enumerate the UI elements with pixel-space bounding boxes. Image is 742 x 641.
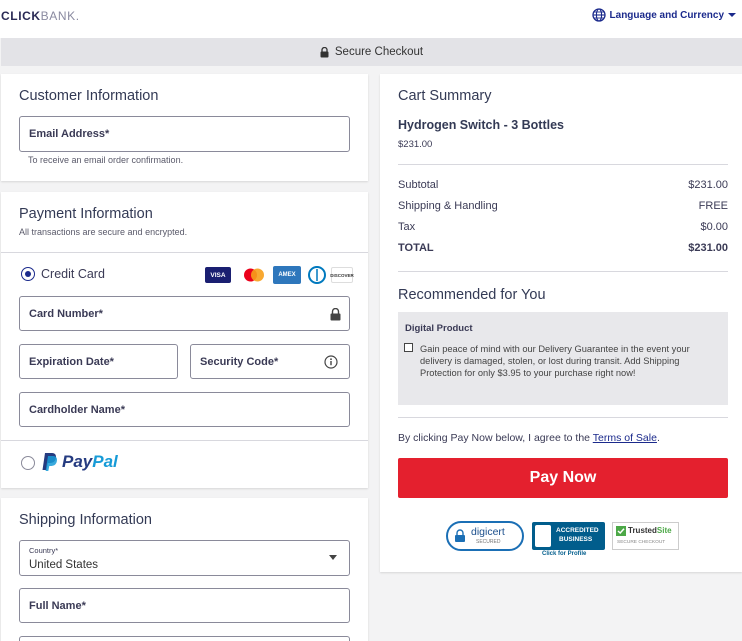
expiration-date-field[interactable]: Expiration Date*	[19, 344, 178, 379]
language-label: Language and Currency	[609, 9, 724, 21]
paypal-pal-text: Pal	[92, 452, 118, 471]
bbb-badge[interactable]: ACCREDITED BUSINESS Click for Profile	[532, 522, 605, 560]
total-value: $231.00	[688, 242, 728, 254]
shipping-value: FREE	[698, 200, 728, 212]
trustedsite-badge[interactable]: TrustedSite SECURE CHECKOUT	[612, 522, 679, 550]
product-price: $231.00	[398, 139, 433, 150]
terms-suffix: .	[656, 432, 660, 444]
shipping-info-card: Shipping Information Country* United Sta…	[1, 498, 368, 641]
bbb-logo: ACCREDITED BUSINESS	[532, 522, 605, 550]
promo-text: Gain peace of mind with our Delivery Gua…	[420, 344, 690, 378]
divider	[1, 252, 368, 253]
cart-summary-title: Cart Summary	[398, 88, 492, 104]
paypal-radio[interactable]	[21, 456, 35, 470]
visa-icon: VISA	[205, 267, 231, 283]
security-code-label: Security Code*	[200, 355, 279, 368]
divider	[398, 417, 728, 418]
shipping-label: Shipping & Handling	[398, 200, 498, 212]
tax-label: Tax	[398, 221, 416, 233]
bbb-accredited-text: ACCREDITED	[556, 527, 599, 534]
logo-light: BANK.	[40, 9, 80, 23]
bbb-profile-link[interactable]: Click for Profile	[542, 551, 586, 557]
expiration-date-label: Expiration Date*	[29, 355, 114, 368]
terms-prefix: By clicking Pay Now below, I agree to th…	[398, 432, 593, 444]
caret-down-icon	[728, 13, 736, 17]
full-name-label: Full Name*	[29, 599, 86, 612]
divider	[398, 164, 728, 165]
diners-club-icon	[307, 266, 327, 284]
subtotal-label: Subtotal	[398, 179, 439, 191]
email-hint: To receive an email order confirmation.	[28, 155, 184, 165]
terms-statement: By clicking Pay Now below, I agree to th…	[398, 432, 660, 444]
mastercard-icon	[241, 267, 267, 283]
cardholder-name-label: Cardholder Name*	[29, 403, 125, 416]
country-select[interactable]: Country* United States	[19, 540, 350, 576]
digicert-text: digicert	[471, 526, 505, 538]
credit-card-radio[interactable]	[21, 267, 35, 281]
customer-info-title: Customer Information	[19, 88, 159, 104]
divider	[1, 440, 368, 441]
customer-info-card: Customer Information Email Address* To r…	[1, 74, 368, 181]
site-text: Site	[656, 526, 672, 535]
clickbank-logo[interactable]: CLICKBANK.	[1, 9, 80, 23]
bbb-business-text: BUSINESS	[559, 536, 593, 543]
checkmark-icon	[616, 526, 626, 536]
language-currency-button[interactable]: Language and Currency	[591, 8, 736, 22]
payment-info-subtitle: All transactions are secure and encrypte…	[19, 227, 188, 237]
shipping-protection-offer: Digital Product Gain peace of mind with …	[398, 312, 728, 405]
security-code-field[interactable]: Security Code*	[190, 344, 350, 379]
amex-icon: AMEX	[273, 266, 301, 284]
trusted-text: Trusted	[628, 526, 657, 535]
padlock-icon	[455, 529, 465, 542]
card-number-label: Card Number*	[29, 307, 103, 320]
email-field[interactable]: Email Address*	[19, 116, 350, 152]
paypal-pay-text: Pay	[62, 452, 93, 471]
top-bar: CLICKBANK. Language and Currency	[0, 0, 742, 38]
shipping-protection-checkbox[interactable]	[404, 343, 413, 352]
terms-of-sale-link[interactable]: Terms of Sale	[593, 432, 657, 444]
secure-checkout-bar: Secure Checkout	[1, 38, 742, 66]
card-number-field[interactable]: Card Number*	[19, 296, 350, 331]
pay-now-button[interactable]: Pay Now	[398, 458, 728, 498]
next-field[interactable]	[19, 636, 350, 641]
digicert-secured-text: SECURED	[476, 539, 501, 545]
recommended-title: Recommended for You	[398, 287, 546, 303]
full-name-field[interactable]: Full Name*	[19, 588, 350, 623]
divider	[398, 271, 728, 272]
lock-icon	[330, 308, 341, 321]
subtotal-value: $231.00	[688, 179, 728, 191]
logo-strong: CLICK	[1, 9, 41, 23]
shipping-info-title: Shipping Information	[19, 512, 152, 528]
paypal-icon	[42, 453, 58, 471]
digicert-badge[interactable]: digicert SECURED	[446, 521, 524, 551]
secure-checkout-text: SECURE CHECKOUT	[617, 540, 666, 545]
chevron-down-icon	[329, 555, 337, 560]
info-icon[interactable]	[324, 355, 338, 369]
lock-icon	[320, 46, 329, 57]
bbb-seal-icon	[535, 525, 551, 547]
paypal-logo[interactable]: PayPal	[41, 452, 118, 472]
cardholder-name-field[interactable]: Cardholder Name*	[19, 392, 350, 427]
promo-tag: Digital Product	[405, 323, 473, 334]
country-value: United States	[29, 559, 99, 571]
country-label: Country*	[29, 546, 59, 555]
payment-info-card: Payment Information All transactions are…	[1, 192, 368, 488]
total-label: TOTAL	[398, 242, 434, 254]
globe-icon	[591, 8, 606, 22]
tax-value: $0.00	[700, 221, 728, 233]
email-label: Email Address*	[29, 128, 110, 140]
credit-card-label[interactable]: Credit Card	[41, 267, 105, 281]
trustedsite-text: TrustedSite	[628, 526, 672, 535]
product-name: Hydrogen Switch - 3 Bottles	[398, 118, 564, 132]
secure-checkout-label: Secure Checkout	[334, 46, 424, 58]
payment-info-title: Payment Information	[19, 206, 153, 222]
discover-icon: DISCOVER	[330, 267, 354, 283]
